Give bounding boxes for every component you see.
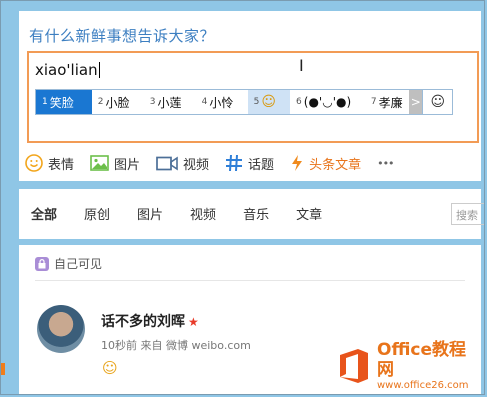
text-caret — [98, 62, 100, 78]
mouse-ibeam-cursor-icon: Ι — [299, 56, 304, 75]
ime-next-page-icon[interactable]: > — [409, 90, 423, 114]
image-button[interactable]: 图片 — [90, 154, 140, 173]
office-logo-icon — [340, 349, 368, 383]
emoji-icon — [25, 154, 43, 172]
author-name[interactable]: 话不多的刘晖 ★ — [101, 311, 199, 331]
ime-candidate-2[interactable]: 2 小脸 — [92, 90, 144, 114]
feed-tabs: 全部 原创 图片 视频 音乐 文章 — [19, 189, 481, 237]
avatar[interactable] — [37, 305, 85, 353]
video-button[interactable]: 视频 — [156, 154, 209, 173]
visibility-label: 自己可见 — [35, 255, 102, 272]
compose-textarea[interactable]: xiao'lian 1 笑脸 2 小脸 3 小莲 4 小怜 5 ☺ 6 (●'◡'●) 7孝… — [27, 51, 479, 143]
post-divider — [35, 280, 465, 281]
ime-emoji-icon[interactable]: ☺ — [422, 90, 452, 114]
topic-button[interactable]: 话题 — [225, 154, 274, 173]
ime-candidate-bar: 1 笑脸 2 小脸 3 小莲 4 小怜 5 ☺ 6 (●'◡'●) 7 孝廉 > ☺ — [35, 89, 453, 115]
feed-filter-card: 全部 原创 图片 视频 音乐 文章 搜索 — [19, 189, 484, 239]
emoji-button[interactable]: 表情 — [25, 154, 74, 173]
watermark-title: Office教程网 — [377, 340, 467, 380]
post-composer: 有什么新鲜事想告诉大家？ xiao'lian 1 笑脸 2 小脸 3 小莲 4 小怜 5… — [19, 11, 481, 181]
composer-toolbar: 表情 图片 视频 话题 头条文章 ••• — [19, 148, 481, 178]
ime-candidate-4[interactable]: 4 小怜 — [196, 90, 248, 114]
video-camera-icon — [156, 156, 178, 171]
typed-pinyin: xiao'lian — [35, 61, 100, 79]
tab-images[interactable]: 图片 — [137, 204, 163, 223]
watermark: Office教程网 www.office26.com — [337, 340, 483, 391]
tab-original[interactable]: 原创 — [84, 204, 110, 223]
tab-video[interactable]: 视频 — [190, 204, 216, 223]
tab-all[interactable]: 全部 — [31, 204, 57, 223]
side-marker — [1, 363, 5, 375]
lock-icon — [35, 256, 49, 271]
ime-candidate-6[interactable]: 6 (●'◡'●) — [290, 90, 365, 114]
feed-search-input[interactable]: 搜索 — [451, 203, 484, 225]
ime-candidate-1[interactable]: 1 笑脸 — [36, 90, 92, 114]
lightning-icon — [290, 154, 304, 172]
image-icon — [90, 155, 109, 171]
tab-music[interactable]: 音乐 — [243, 204, 269, 223]
post-meta: 10秒前 来自 微博 weibo.com — [101, 339, 251, 352]
hashtag-icon — [225, 154, 243, 172]
ime-candidate-3[interactable]: 3 小莲 — [144, 90, 196, 114]
more-options-button[interactable]: ••• — [377, 156, 394, 170]
star-badge-icon: ★ — [188, 315, 199, 329]
post-content-emoji: ☺ — [102, 359, 118, 377]
tab-articles[interactable]: 文章 — [296, 204, 322, 223]
watermark-url: www.office26.com — [377, 380, 469, 391]
headline-article-button[interactable]: 头条文章 — [290, 154, 361, 173]
more-icon: ••• — [377, 156, 394, 170]
composer-prompt: 有什么新鲜事想告诉大家？ — [29, 27, 216, 45]
page-frame: 有什么新鲜事想告诉大家？ xiao'lian 1 笑脸 2 小脸 3 小莲 4 小怜 5… — [0, 0, 485, 395]
ime-candidate-5[interactable]: 5 ☺ — [247, 90, 291, 114]
ime-candidate-7[interactable]: 7 孝廉 — [365, 90, 409, 114]
